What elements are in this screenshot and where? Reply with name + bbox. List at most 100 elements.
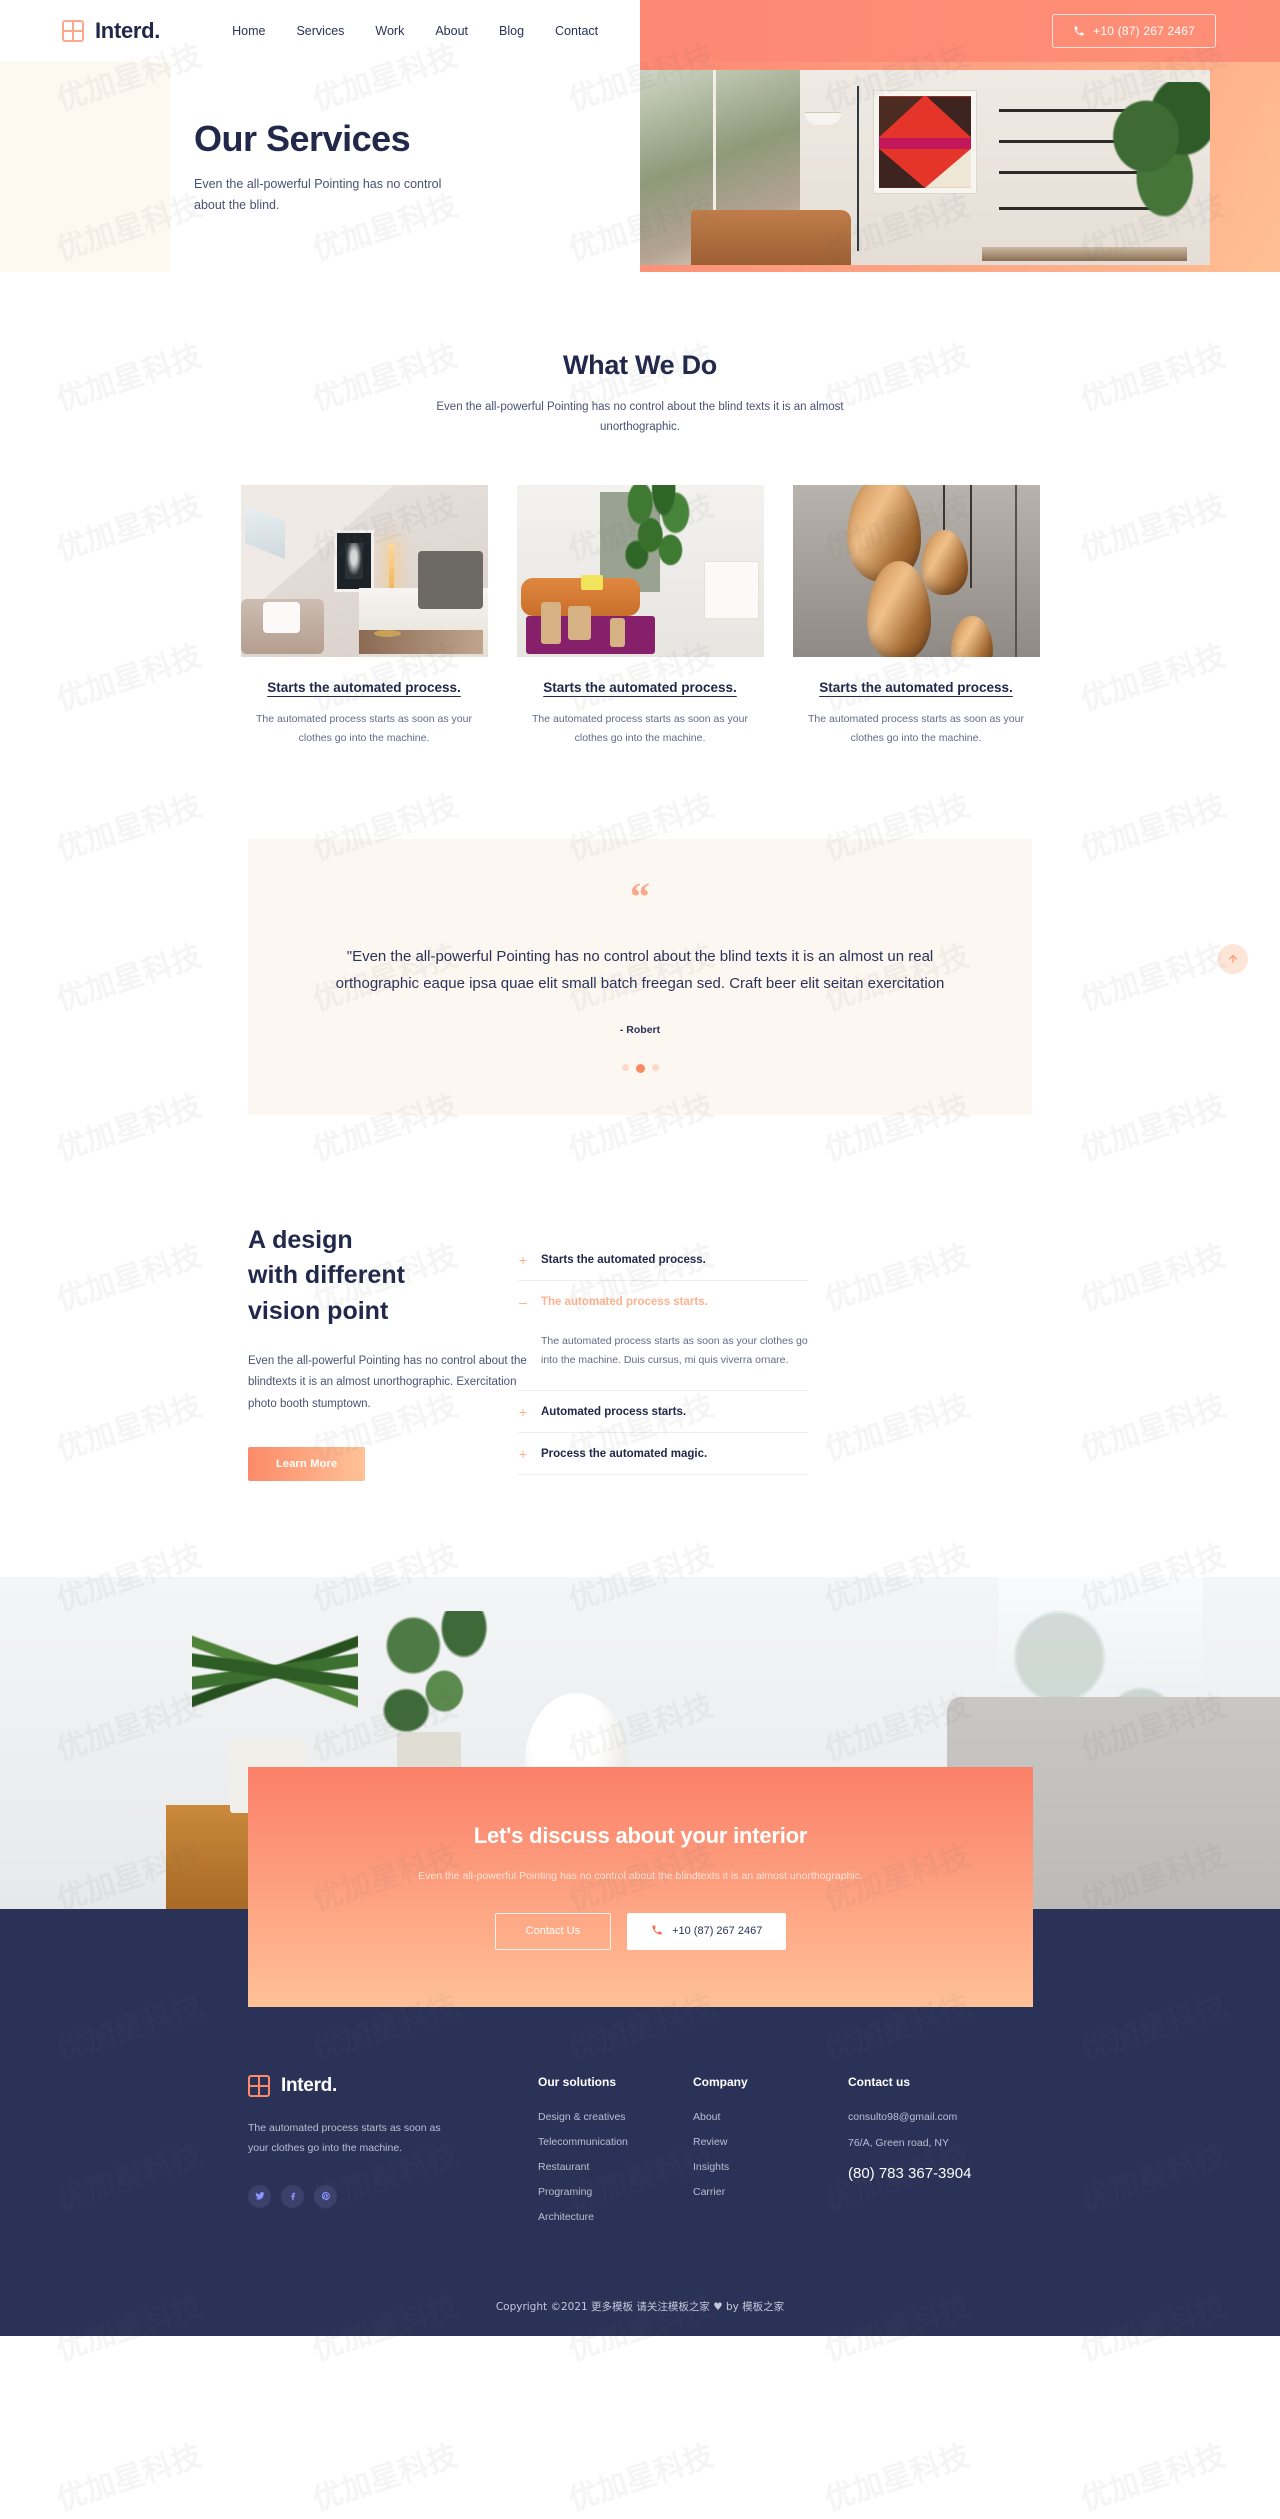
footer-link[interactable]: Restaurant (538, 2161, 693, 2173)
what-we-do-section: What We Do Even the all-powerful Pointin… (0, 272, 1280, 974)
plus-icon: + (518, 1446, 528, 1463)
accordion-item[interactable]: + Process the automated magic. (518, 1433, 808, 1476)
footer-column-our-solutions: Our solutions Design & creatives Telecom… (538, 2075, 693, 2223)
service-card-text: The automated process starts as soon as … (256, 713, 472, 744)
header-right: +10 (87) 267 2467 (640, 0, 1280, 62)
carousel-dot-1[interactable] (621, 1063, 629, 1071)
accordion-header[interactable]: – The automated process starts. (518, 1281, 808, 1322)
phone-icon (651, 1924, 663, 1939)
main-nav: Home Services Work About Blog Contact (232, 24, 598, 38)
cta-banner-section: Let's discuss about your interior Even t… (0, 1576, 1280, 2032)
footer-link[interactable]: About (693, 2111, 848, 2123)
footer-email[interactable]: consulto98@gmail.com (848, 2111, 1088, 2123)
carousel-dot-3[interactable] (651, 1063, 659, 1071)
learn-more-button[interactable]: Learn More (248, 1446, 366, 1481)
section-subtitle: Even the all-powerful Pointing has no co… (436, 401, 844, 434)
footer-brand-name: Interd. (281, 2074, 337, 2096)
hero-image (640, 70, 1210, 265)
accordion-header[interactable]: + Starts the automated process. (518, 1239, 808, 1280)
testimonial-section: “ "Even the all-powerful Pointing has no… (0, 747, 1280, 1115)
service-card-text: The automated process starts as soon as … (808, 713, 1024, 744)
footer-link[interactable]: Programing (538, 2186, 693, 2198)
service-card-image (792, 485, 1040, 658)
twitter-icon[interactable] (248, 2184, 271, 2208)
plus-icon: + (518, 1404, 528, 1421)
service-card-image (240, 485, 488, 658)
footer-link[interactable]: Insights (693, 2161, 848, 2173)
footer-columns: Interd. The automated process starts as … (0, 2074, 1280, 2223)
footer-column-title: Our solutions (538, 2074, 616, 2089)
footer-link[interactable]: Carrier (693, 2186, 848, 2198)
service-card-list: Starts the automated process. The automa… (0, 485, 1280, 747)
footer-column-title: Company (693, 2074, 748, 2089)
carousel-dot-2[interactable] (635, 1063, 645, 1073)
site-header: Interd. Home Services Work About Blog Co… (0, 0, 1280, 62)
footer-link[interactable]: Telecommunication (538, 2136, 693, 2148)
footer-column-company: Company About Review Insights Carrier (693, 2075, 848, 2223)
pinterest-icon[interactable] (314, 2184, 337, 2208)
hero-subtitle: Even the all-powerful Pointing has no co… (194, 177, 442, 212)
footer-link[interactable]: Architecture (538, 2211, 693, 2223)
cta-card: Let's discuss about your interior Even t… (248, 1766, 1033, 2032)
accordion-label: Starts the automated process. (541, 1253, 706, 1266)
accordion-header[interactable]: + Automated process starts. (518, 1391, 808, 1432)
service-card-text: The automated process starts as soon as … (532, 713, 748, 744)
grid-square-icon (248, 2074, 270, 2097)
nav-item-about[interactable]: About (435, 24, 468, 38)
nav-item-work[interactable]: Work (375, 24, 404, 38)
hero-text-panel: Our Services Even the all-powerful Point… (0, 62, 640, 272)
page-title: Our Services (194, 118, 411, 160)
nav-item-blog[interactable]: Blog (499, 24, 524, 38)
footer-link[interactable]: Design & creatives (538, 2111, 693, 2123)
quote-mark-icon: “ (630, 874, 650, 919)
design-title-line-1: A design (248, 1225, 353, 1254)
nav-item-services[interactable]: Services (296, 24, 344, 38)
facebook-icon[interactable] (281, 2184, 304, 2208)
footer-brand-column: Interd. The automated process starts as … (248, 2074, 538, 2223)
accordion-item[interactable]: + Automated process starts. (518, 1391, 808, 1434)
cta-phone-label: +10 (87) 267 2467 (672, 1925, 763, 1938)
footer-brand-logo[interactable]: Interd. (248, 2074, 538, 2097)
carousel-dots (318, 1063, 962, 1073)
service-card-title[interactable]: Starts the automated process. (267, 680, 461, 695)
section-title: What We Do (563, 350, 717, 380)
design-title: A design with different vision point (248, 1223, 460, 1330)
accordion-item[interactable]: – The automated process starts. The auto… (518, 1281, 808, 1392)
nav-item-home[interactable]: Home (232, 24, 265, 38)
footer-column-title: Contact us (848, 2074, 911, 2089)
grid-square-icon (62, 20, 84, 42)
contact-us-button[interactable]: Contact Us (494, 1912, 612, 1950)
service-card[interactable]: Starts the automated process. The automa… (240, 485, 488, 747)
accordion-label: Automated process starts. (541, 1406, 687, 1419)
testimonial-quote: "Even the all-powerful Pointing has no c… (335, 948, 945, 993)
service-card-title[interactable]: Starts the automated process. (819, 680, 1013, 695)
footer-link[interactable]: Review (693, 2136, 848, 2148)
site-footer: Interd. The automated process starts as … (0, 2006, 1280, 2336)
footer-phone[interactable]: (80) 783 367-3904 (848, 2165, 1088, 2182)
cta-phone-button[interactable]: +10 (87) 267 2467 (627, 1912, 787, 1950)
footer-address: 76/A, Green road, NY (848, 2136, 949, 2149)
plus-icon: + (518, 1251, 528, 1268)
accordion-header[interactable]: + Process the automated magic. (518, 1433, 808, 1474)
hero-gradient-panel (640, 62, 1280, 272)
design-section: A design with different vision point Eve… (0, 1115, 1280, 1577)
header-phone-button[interactable]: +10 (87) 267 2467 (1052, 14, 1216, 48)
nav-item-contact[interactable]: Contact (555, 24, 598, 38)
design-title-line-2: with different (248, 1261, 405, 1290)
service-card[interactable]: Starts the automated process. The automa… (792, 485, 1040, 747)
footer-brand-text: The automated process starts as soon as … (248, 2121, 441, 2154)
service-card[interactable]: Starts the automated process. The automa… (516, 485, 764, 747)
service-card-title[interactable]: Starts the automated process. (543, 680, 737, 695)
social-links (248, 2184, 538, 2208)
service-card-image (516, 485, 764, 658)
design-row: A design with different vision point Eve… (0, 1223, 1280, 1481)
brand-logo[interactable]: Interd. (62, 18, 160, 44)
footer-link-list: About Review Insights Carrier (693, 2111, 848, 2198)
testimonial-card: “ "Even the all-powerful Pointing has no… (248, 839, 1032, 1115)
accordion-item[interactable]: + Starts the automated process. (518, 1239, 808, 1281)
cta-title: Let's discuss about your interior (473, 1822, 808, 1848)
cta-buttons: Contact Us +10 (87) 267 2467 (248, 1912, 1033, 1950)
accordion-body: The automated process starts as soon as … (541, 1334, 808, 1367)
accordion-label: The automated process starts. (541, 1295, 708, 1308)
accordion: + Starts the automated process. – The au… (518, 1239, 808, 1481)
